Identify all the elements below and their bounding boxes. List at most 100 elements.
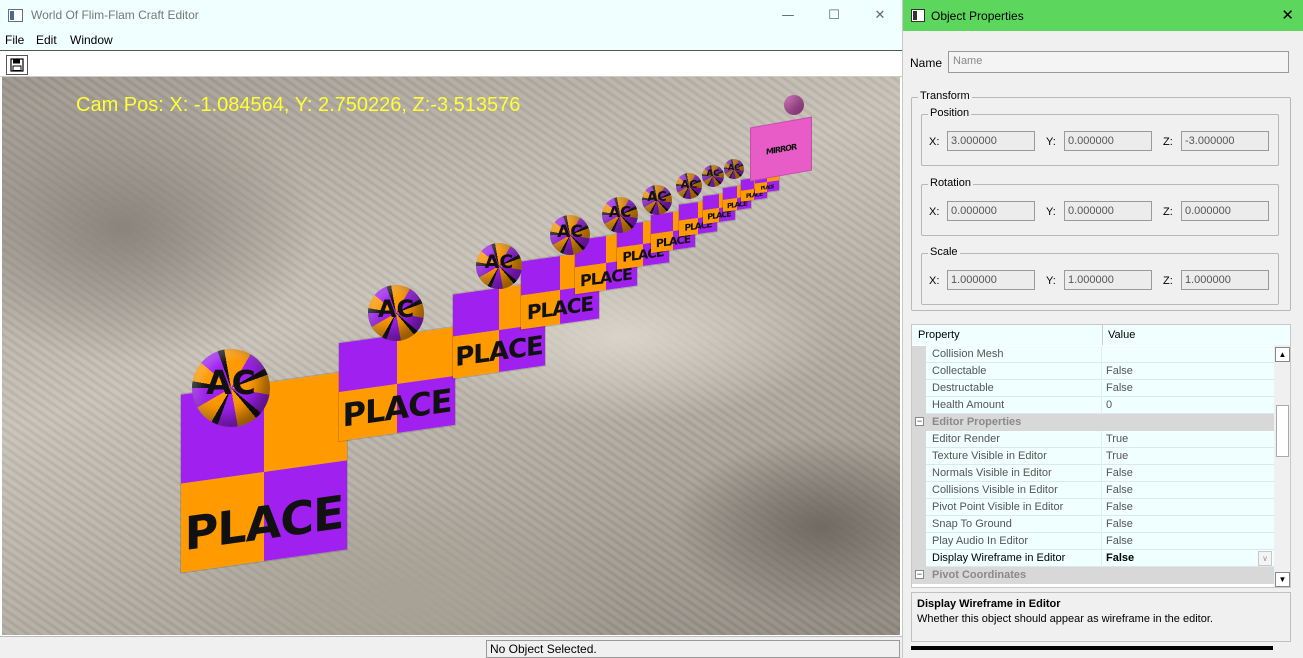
placeholder-sphere[interactable]: AC xyxy=(550,215,590,255)
mirror-cube[interactable]: MIRROR xyxy=(750,116,812,182)
property-row[interactable]: Collisions Visible in Editor False xyxy=(912,482,1274,499)
scale-y-label: Y: xyxy=(1046,275,1056,287)
collapse-icon[interactable]: − xyxy=(915,570,924,579)
scroll-down-icon[interactable]: ▼ xyxy=(1275,572,1290,587)
mirror-sphere[interactable] xyxy=(784,95,804,115)
property-row[interactable]: Play Audio In Editor False xyxy=(912,533,1274,550)
menu-edit[interactable]: Edit xyxy=(36,33,57,47)
description-text: Whether this object should appear as wir… xyxy=(917,613,1213,625)
property-row[interactable]: Editor Render True xyxy=(912,431,1274,448)
column-value: Value xyxy=(1108,329,1136,341)
minimize-button[interactable]: — xyxy=(765,0,811,31)
placeholder-sphere[interactable]: AC xyxy=(642,185,672,215)
property-value[interactable]: False xyxy=(1106,501,1133,513)
property-value[interactable]: False xyxy=(1106,484,1133,496)
property-row[interactable]: Collision Mesh xyxy=(912,346,1274,363)
column-property: Property xyxy=(918,329,960,341)
row-gutter xyxy=(912,533,926,550)
property-name: Normals Visible in Editor xyxy=(932,467,1052,479)
property-name: Pivot Point Visible in Editor xyxy=(932,501,1064,513)
property-row[interactable]: Display Wireframe in Editor False ∨ xyxy=(912,550,1274,567)
scale-z-label: Z: xyxy=(1163,275,1173,287)
property-grid-scrollbar[interactable]: ▲ ▼ xyxy=(1274,345,1290,587)
placeholder-sphere[interactable]: AC xyxy=(476,243,522,289)
scale-x-field[interactable]: 1.000000 xyxy=(947,270,1035,290)
sphere-label: AC xyxy=(647,190,667,206)
rotation-group: Rotation X: 0.000000 Y: 0.000000 Z: 0.00… xyxy=(921,177,1279,236)
save-button[interactable] xyxy=(6,55,28,75)
collapse-icon[interactable]: − xyxy=(915,417,924,426)
name-label: Name xyxy=(910,56,943,70)
scale-group: Scale X: 1.000000 Y: 1.000000 Z: 1.00000… xyxy=(921,246,1279,305)
scroll-thumb[interactable] xyxy=(1276,405,1289,457)
property-value[interactable]: False xyxy=(1106,467,1133,479)
property-category[interactable]: − Pivot Coordinates xyxy=(912,567,1274,584)
property-row[interactable]: Normals Visible in Editor False xyxy=(912,465,1274,482)
sphere-label: AC xyxy=(206,363,256,403)
property-description: Display Wireframe in Editor Whether this… xyxy=(911,592,1291,642)
placeholder-sphere[interactable]: AC xyxy=(724,159,744,179)
maximize-button[interactable]: ☐ xyxy=(811,0,857,31)
rotation-y-label: Y: xyxy=(1046,206,1056,218)
camera-position-readout: Cam Pos: X: -1.084564, Y: 2.750226, Z:-3… xyxy=(76,94,521,116)
property-value[interactable]: True xyxy=(1106,450,1128,462)
scale-label: Scale xyxy=(928,246,960,258)
name-input[interactable]: Name xyxy=(948,51,1289,73)
dropdown-chevron-icon[interactable]: ∨ xyxy=(1258,551,1272,566)
property-row[interactable]: Destructable False xyxy=(912,380,1274,397)
placeholder-sphere[interactable]: AC xyxy=(676,173,702,199)
row-gutter xyxy=(912,431,926,448)
property-value[interactable]: False xyxy=(1106,382,1133,394)
sphere-label: AC xyxy=(680,177,698,191)
object-properties-panel: Object Properties ✕ Name Name Transform … xyxy=(902,0,1303,658)
rotation-z-label: Z: xyxy=(1163,206,1173,218)
property-row[interactable]: Texture Visible in Editor True xyxy=(912,448,1274,465)
row-gutter xyxy=(912,380,926,397)
menu-file[interactable]: File xyxy=(5,33,24,47)
sphere-label: AC xyxy=(377,295,415,324)
panel-close-button[interactable]: ✕ xyxy=(1281,6,1294,24)
editor-window: World Of Flim-Flam Craft Editor — ☐ ✕ Fi… xyxy=(0,0,902,658)
property-category[interactable]: − Editor Properties xyxy=(912,414,1274,431)
placeholder-sphere[interactable]: AC xyxy=(602,197,638,233)
property-value[interactable]: False xyxy=(1106,365,1133,377)
3d-viewport[interactable]: Cam Pos: X: -1.084564, Y: 2.750226, Z:-3… xyxy=(2,77,900,635)
property-value[interactable]: False xyxy=(1106,535,1133,547)
transform-group: Transform Position X: 3.000000 Y: 0.0000… xyxy=(911,90,1291,311)
row-gutter xyxy=(912,363,926,380)
property-row[interactable]: Pivot Point Visible in Editor False xyxy=(912,499,1274,516)
menu-window[interactable]: Window xyxy=(70,33,113,47)
scroll-up-icon[interactable]: ▲ xyxy=(1275,347,1290,362)
rotation-x-label: X: xyxy=(929,206,940,218)
scale-x-label: X: xyxy=(929,275,940,287)
scale-y-field[interactable]: 1.000000 xyxy=(1064,270,1152,290)
position-y-field[interactable]: 0.000000 xyxy=(1064,131,1152,151)
rotation-y-field[interactable]: 0.000000 xyxy=(1064,201,1152,221)
property-row[interactable]: Health Amount 0 xyxy=(912,397,1274,414)
property-row[interactable]: Snap To Ground False xyxy=(912,516,1274,533)
property-name: Collisions Visible in Editor xyxy=(932,484,1058,496)
property-value[interactable]: False xyxy=(1106,552,1134,564)
position-x-field[interactable]: 3.000000 xyxy=(947,131,1035,151)
placeholder-sphere[interactable]: AC xyxy=(192,349,270,427)
description-title: Display Wireframe in Editor xyxy=(917,598,1061,610)
panel-bottom-bar xyxy=(911,646,1273,650)
rotation-z-field[interactable]: 0.000000 xyxy=(1181,201,1269,221)
property-value[interactable]: True xyxy=(1106,433,1128,445)
rotation-x-field[interactable]: 0.000000 xyxy=(947,201,1035,221)
row-gutter xyxy=(912,482,926,499)
property-value[interactable]: False xyxy=(1106,518,1133,530)
close-button[interactable]: ✕ xyxy=(857,0,903,31)
placeholder-cube[interactable]: PLACE xyxy=(338,325,456,443)
property-name: Pivot Coordinates xyxy=(932,569,1027,581)
transform-label: Transform xyxy=(918,90,972,102)
menu-bar: File Edit Window xyxy=(0,31,902,51)
position-z-field[interactable]: -3.000000 xyxy=(1181,131,1269,151)
property-value[interactable]: 0 xyxy=(1106,399,1112,411)
placeholder-sphere[interactable]: AC xyxy=(702,165,724,187)
scale-z-field[interactable]: 1.000000 xyxy=(1181,270,1269,290)
save-disk-icon xyxy=(10,58,24,72)
panel-title-bar: Object Properties ✕ xyxy=(903,0,1303,31)
placeholder-sphere[interactable]: AC xyxy=(368,285,424,341)
property-row[interactable]: Collectable False xyxy=(912,363,1274,380)
